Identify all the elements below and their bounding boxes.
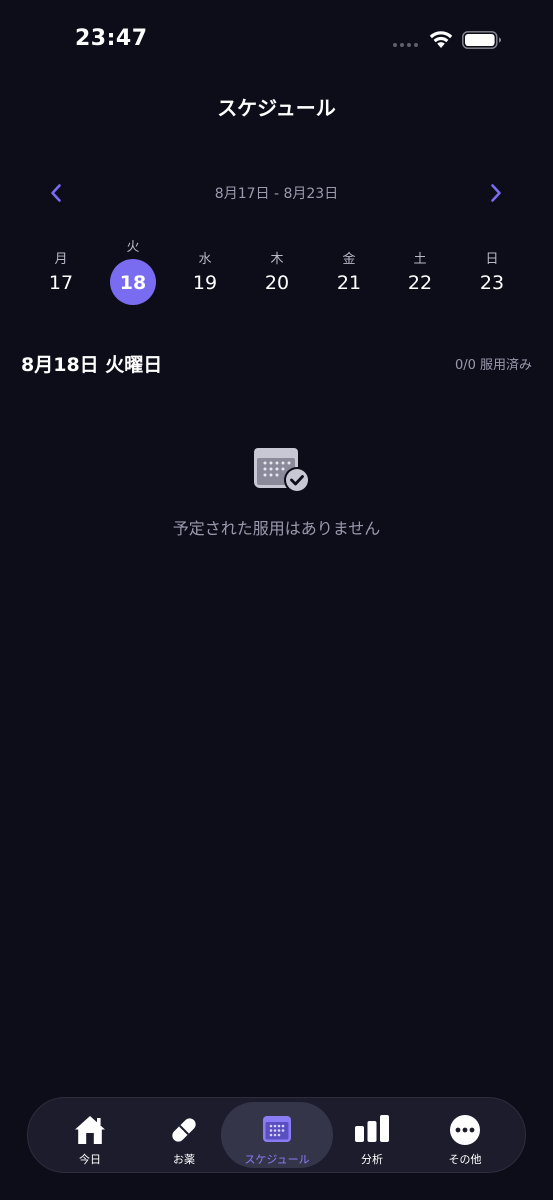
day-weekday: 月 (54, 252, 68, 267)
day-item-fri[interactable]: 金 21 (313, 235, 385, 310)
day-number: 18 (119, 272, 147, 294)
day-item-sat[interactable]: 土 22 (384, 235, 456, 310)
tab-schedule[interactable]: スケジュール (221, 1102, 333, 1168)
status-time: 23:47 (75, 26, 148, 51)
day-strip: 月 17 火 18 水 19 木 20 金 21 土 22 日 23 (25, 235, 528, 310)
day-number: 23 (479, 272, 505, 294)
week-range-label: 8月17日 - 8月23日 (214, 186, 339, 202)
tab-medications[interactable]: お薬 (136, 1102, 232, 1168)
day-number: 19 (192, 272, 218, 294)
next-week-button[interactable] (483, 180, 509, 206)
tab-label: その他 (448, 1153, 482, 1166)
status-bar: 23:47 (0, 0, 553, 80)
day-item-wed[interactable]: 水 19 (169, 235, 241, 310)
pill-icon (172, 1118, 196, 1142)
week-navigation: 8月17日 - 8月23日 (0, 178, 553, 208)
tab-bar: 今日 お薬 スケジュール 分析 その他 (27, 1097, 526, 1173)
tab-label: お薬 (173, 1153, 195, 1166)
tab-label: 今日 (79, 1153, 101, 1166)
tab-label: 分析 (361, 1153, 383, 1166)
taken-count-label: 0/0 服用済み (454, 358, 532, 373)
day-weekday: 金 (342, 252, 356, 267)
wifi-icon (429, 31, 453, 48)
day-number: 22 (407, 272, 433, 294)
day-item-thu[interactable]: 木 20 (241, 235, 313, 310)
day-weekday: 木 (270, 252, 284, 267)
calendar-icon (263, 1116, 291, 1142)
calendar-check-icon (254, 448, 310, 493)
tab-more[interactable]: その他 (417, 1102, 513, 1168)
selected-date-heading: 8月18日 火曜日 (21, 354, 163, 376)
day-number: 21 (336, 272, 362, 294)
day-number: 20 (264, 272, 290, 294)
bar-chart-icon (355, 1115, 389, 1142)
tab-label: スケジュール (244, 1153, 310, 1166)
battery-icon (462, 31, 501, 49)
day-item-tue[interactable]: 火 18 (97, 235, 169, 310)
chevron-right-icon (491, 184, 501, 202)
tab-analytics[interactable]: 分析 (324, 1102, 420, 1168)
day-weekday: 土 (413, 252, 427, 267)
day-item-mon[interactable]: 月 17 (25, 235, 97, 310)
more-icon (450, 1115, 480, 1145)
home-icon (75, 1116, 105, 1144)
cellular-signal-icon (393, 43, 418, 47)
tab-today[interactable]: 今日 (42, 1102, 138, 1168)
day-item-sun[interactable]: 日 23 (456, 235, 528, 310)
page-title: スケジュール (217, 96, 336, 120)
schedule-screen: 23:47 スケジュール 8月17日 - 8月23日 月 17 火 18 水 1… (0, 0, 553, 1200)
day-weekday: 水 (198, 252, 212, 267)
day-number: 17 (48, 272, 74, 294)
empty-state-message: 予定された服用はありません (172, 519, 381, 538)
day-weekday: 日 (485, 252, 499, 267)
day-weekday: 火 (126, 240, 140, 255)
